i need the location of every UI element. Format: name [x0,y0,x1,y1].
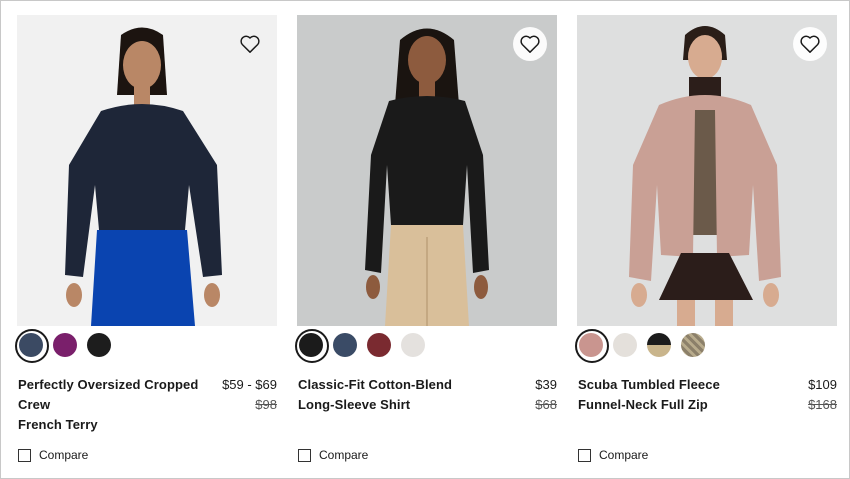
original-price: $68 [535,397,557,412]
compare-checkbox[interactable] [298,448,311,462]
compare-toggle[interactable]: Compare [578,448,648,462]
product-image[interactable] [577,15,837,326]
color-swatch[interactable] [87,333,111,357]
color-swatch[interactable] [15,329,49,363]
price-block: $59 - $69 $98 [222,375,277,415]
compare-checkbox[interactable] [578,448,591,462]
product-card[interactable]: Classic-Fit Cotton-Blend Long-Sleeve Shi… [295,15,557,475]
wishlist-button[interactable] [793,27,827,61]
compare-toggle[interactable]: Compare [18,448,88,462]
product-grid: Perfectly Oversized Cropped Crew French … [0,0,850,479]
sale-price: $109 [808,377,837,392]
sale-price: $59 - $69 [222,377,277,392]
compare-label: Compare [319,448,369,462]
color-swatch[interactable] [367,333,391,357]
color-swatches [15,329,111,363]
compare-toggle[interactable]: Compare [298,448,368,462]
price-block: $39 $68 [535,375,557,415]
color-swatch[interactable] [401,333,425,357]
color-swatch[interactable] [613,333,637,357]
product-name[interactable]: Perfectly Oversized Cropped Crew [18,377,198,412]
color-swatch[interactable] [53,333,77,357]
heart-icon [799,34,821,54]
compare-checkbox[interactable] [18,448,31,462]
product-card[interactable]: Scuba Tumbled Fleece Funnel-Neck Full Zi… [575,15,837,475]
color-swatches [575,329,705,363]
product-image[interactable] [17,15,277,326]
color-swatch[interactable] [575,329,609,363]
product-fabric: French Terry [18,417,98,432]
original-price: $168 [808,397,837,412]
product-title[interactable]: Perfectly Oversized Cropped Crew French … [18,375,208,435]
heart-icon [239,34,261,54]
color-swatch[interactable] [295,329,329,363]
color-swatch[interactable] [647,333,671,357]
compare-label: Compare [39,448,89,462]
product-title[interactable]: Classic-Fit Cotton-Blend Long-Sleeve Shi… [298,375,488,415]
price-block: $109 $168 [808,375,837,415]
heart-icon [519,34,541,54]
compare-label: Compare [599,448,649,462]
product-card[interactable]: Perfectly Oversized Cropped Crew French … [15,15,277,475]
product-image[interactable] [297,15,557,326]
color-swatches [295,329,425,363]
color-swatch[interactable] [333,333,357,357]
product-name[interactable]: Classic-Fit Cotton-Blend Long-Sleeve Shi… [298,377,452,412]
wishlist-button[interactable] [513,27,547,61]
product-name[interactable]: Scuba Tumbled Fleece Funnel-Neck Full Zi… [578,377,720,412]
product-title[interactable]: Scuba Tumbled Fleece Funnel-Neck Full Zi… [578,375,768,415]
color-swatch[interactable] [681,333,705,357]
wishlist-button[interactable] [233,27,267,61]
original-price: $98 [255,397,277,412]
sale-price: $39 [535,377,557,392]
